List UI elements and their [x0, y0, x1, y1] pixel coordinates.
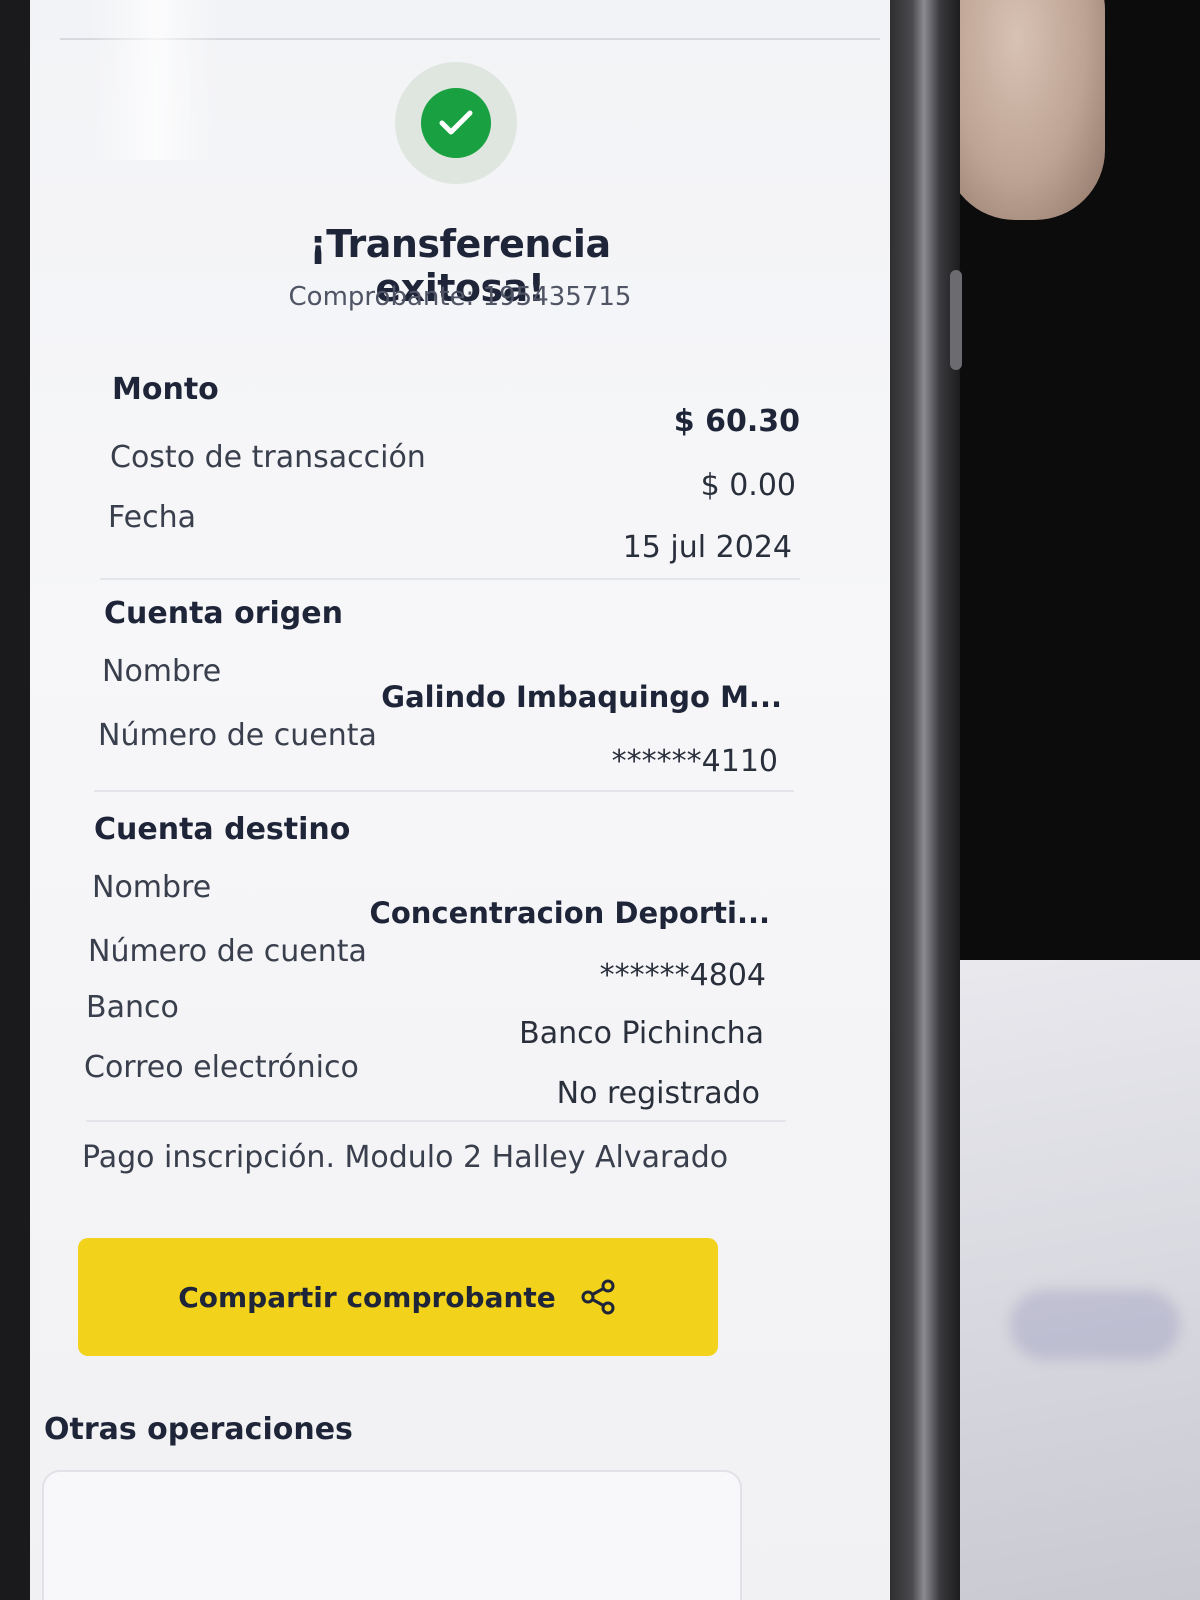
phone-side-button: [950, 270, 962, 370]
cost-label: Costo de transacción: [110, 440, 426, 475]
date-label: Fecha: [108, 500, 196, 535]
origin-account-value: ******4110: [611, 744, 778, 779]
origin-account-label: Número de cuenta: [98, 718, 377, 753]
origin-section-title: Cuenta origen: [104, 596, 343, 631]
transfer-note: Pago inscripción. Modulo 2 Halley Alvara…: [82, 1140, 729, 1175]
share-icon: [578, 1277, 618, 1317]
app-screen: ¡Transferencia exitosa! Comprobante: 195…: [30, 0, 890, 1600]
receipt-number: Comprobante: 195435715: [288, 282, 632, 312]
divider: [86, 1120, 786, 1122]
bank-value: Banco Pichincha: [519, 1016, 764, 1051]
cost-value: $ 0.00: [700, 468, 796, 503]
destination-section-title: Cuenta destino: [94, 812, 351, 847]
divider: [100, 578, 800, 580]
date-value: 15 jul 2024: [622, 530, 792, 565]
bank-label: Banco: [86, 990, 179, 1025]
amount-value: $ 60.30: [673, 404, 800, 439]
other-operations-title: Otras operaciones: [44, 1412, 353, 1447]
divider: [94, 790, 794, 792]
share-receipt-button[interactable]: Compartir comprobante: [78, 1238, 718, 1356]
origin-name-value: Galindo Imbaquingo M...: [381, 680, 782, 714]
destination-account-value: ******4804: [599, 958, 766, 993]
destination-name-label: Nombre: [92, 870, 212, 905]
share-button-label: Compartir comprobante: [178, 1280, 556, 1314]
phone-edge: [880, 0, 960, 1600]
screen-glare: [90, 0, 220, 160]
destination-name-value: Concentracion Deporti...: [369, 896, 770, 930]
background-paper-ink: [1010, 1290, 1180, 1360]
amount-label: Monto: [112, 372, 219, 407]
check-icon: [421, 88, 491, 158]
thumb: [945, 0, 1105, 220]
success-badge: [395, 62, 517, 184]
destination-account-label: Número de cuenta: [88, 934, 367, 969]
email-label: Correo electrónico: [84, 1050, 359, 1085]
email-value: No registrado: [556, 1076, 760, 1111]
other-operations-card[interactable]: [42, 1470, 742, 1600]
origin-name-label: Nombre: [102, 654, 222, 689]
